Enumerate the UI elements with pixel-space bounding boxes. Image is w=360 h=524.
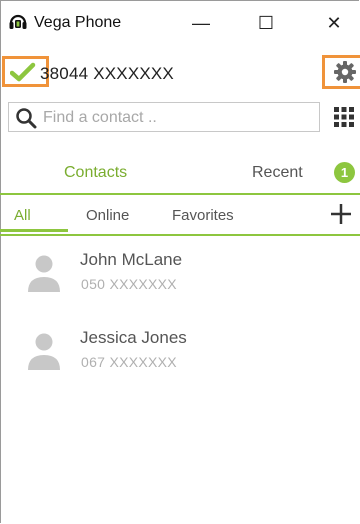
filter-online[interactable]: Online bbox=[86, 207, 129, 224]
contact-list-item[interactable]: Jessica Jones 067 XXXXXXX bbox=[0, 322, 360, 382]
tab-recent[interactable]: Recent bbox=[252, 164, 303, 182]
minimize-button[interactable]: — bbox=[178, 8, 224, 38]
add-contact-icon[interactable] bbox=[330, 203, 352, 225]
headset-logo-icon bbox=[9, 14, 27, 29]
check-icon[interactable] bbox=[10, 62, 36, 82]
app-title: Vega Phone bbox=[34, 14, 122, 31]
search-input[interactable] bbox=[41, 107, 315, 129]
account-phone-number: 38044 XXXXXXX bbox=[40, 64, 174, 83]
filter-all[interactable]: All bbox=[14, 207, 31, 224]
tab-contacts[interactable]: Contacts bbox=[64, 164, 127, 182]
search-icon bbox=[16, 108, 37, 129]
title-bar: Vega Phone — ☐ ✕ bbox=[0, 0, 360, 40]
avatar-icon bbox=[28, 333, 60, 370]
close-button[interactable]: ✕ bbox=[311, 8, 357, 38]
account-status-row: 38044 XXXXXXX bbox=[0, 54, 360, 92]
contact-name: John McLane bbox=[80, 250, 183, 269]
search-box bbox=[8, 102, 320, 132]
contact-name: Jessica Jones bbox=[80, 328, 187, 347]
contact-number: 067 XXXXXXX bbox=[81, 354, 177, 370]
contact-filters: All Online Favorites bbox=[0, 196, 360, 236]
main-tabs: Contacts Recent 1 bbox=[0, 140, 360, 195]
filter-favorites[interactable]: Favorites bbox=[172, 207, 234, 224]
maximize-button[interactable]: ☐ bbox=[243, 8, 289, 38]
dialpad-icon[interactable] bbox=[334, 107, 354, 127]
active-filter-indicator bbox=[0, 229, 68, 232]
recent-count-badge: 1 bbox=[334, 162, 355, 183]
gear-icon[interactable] bbox=[333, 60, 357, 84]
contact-list-item[interactable]: John McLane 050 XXXXXXX bbox=[0, 244, 360, 304]
avatar-icon bbox=[28, 255, 60, 292]
contact-number: 050 XXXXXXX bbox=[81, 276, 177, 292]
